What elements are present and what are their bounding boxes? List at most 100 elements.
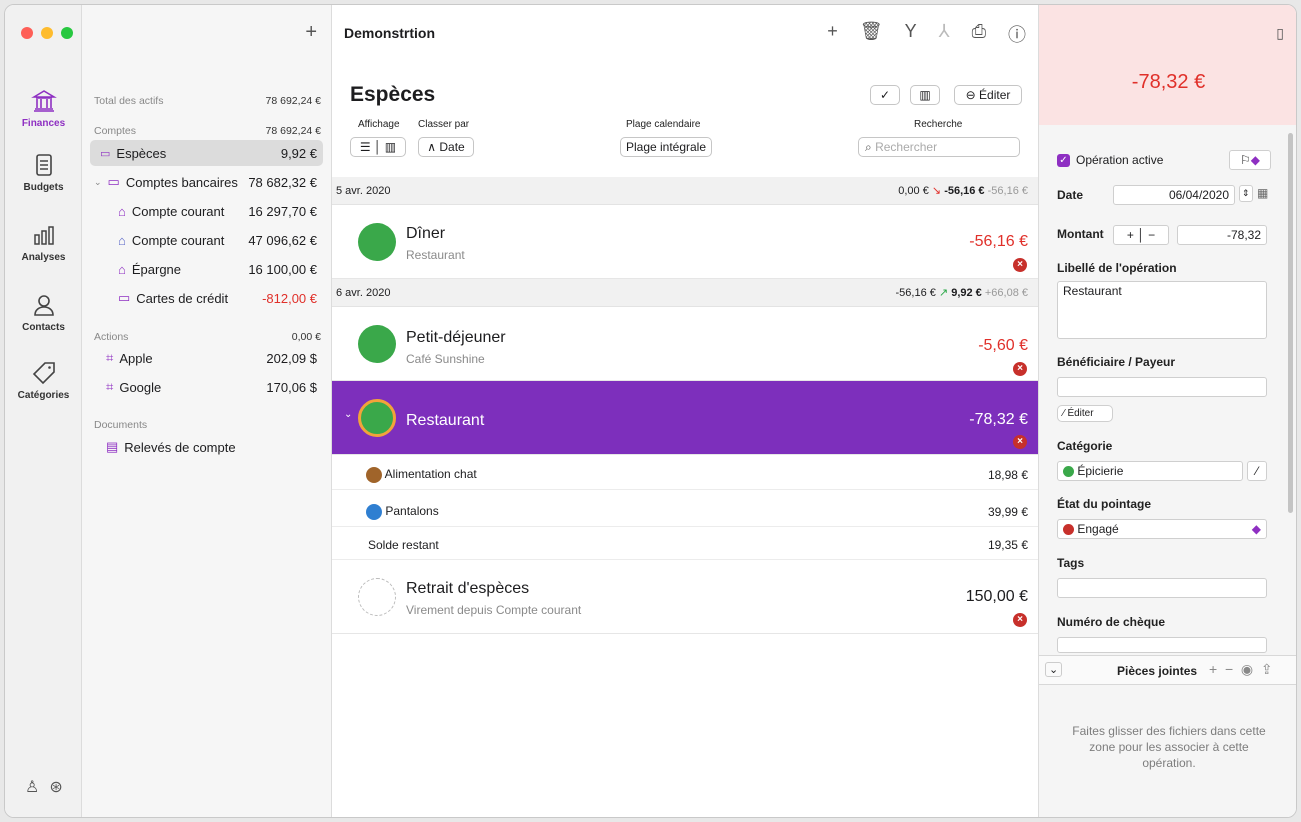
icon-bar: Finances Budgets Analyses Contacts Catég… (5, 5, 82, 817)
stock-chart-icon: ⌗ (106, 350, 114, 365)
attachments-label: Pièces jointes (1117, 664, 1198, 678)
total-assets: Total des actifs 78 692,24 € (94, 95, 321, 107)
sign-toggle[interactable]: + │ − (1113, 225, 1169, 245)
sidebar-item-epargne[interactable]: ⌂ Épargne 16 100,00 € (90, 256, 323, 282)
search-input[interactable]: ⌕ Rechercher (858, 137, 1020, 157)
category-field[interactable]: Épicierie (1057, 461, 1243, 481)
transaction-row-selected[interactable]: ⌄ Restaurant -78,32 € × (332, 381, 1038, 455)
label-label: Libellé de l'opération (1057, 261, 1177, 275)
flag-button[interactable]: ⚐◆ (1229, 150, 1271, 170)
category-label: Catégorie (1057, 439, 1113, 453)
add-attachment-button[interactable]: + − ◉ ⇪ (1209, 661, 1273, 678)
folder-icon: ▭ (107, 174, 120, 189)
date-label: Date (1057, 188, 1084, 202)
sidebar-item-apple[interactable]: ⌗ Apple 202,09 $ (90, 345, 323, 371)
date-field[interactable]: 06/04/2020 (1113, 185, 1235, 205)
comptes-header: Comptes 78 692,24 € (94, 125, 321, 137)
amount-field[interactable]: -78,32 (1177, 225, 1267, 245)
sidebar-item-cartes-credit[interactable]: ▭ Cartes de crédit -812,00 € (90, 285, 323, 311)
date-group-header: 5 avr. 2020 0,00 € ↘ -56,16 € -56,16 € (332, 177, 1038, 205)
label-field[interactable]: Restaurant (1057, 281, 1267, 339)
print-icon[interactable]: ⎙ (972, 21, 986, 47)
chevron-down-icon[interactable]: ⌄ (1045, 662, 1063, 677)
nav-budgets[interactable]: Budgets (5, 151, 82, 193)
sidebar-item-releves[interactable]: ▤ Relevés de compte (90, 434, 323, 460)
attachments-bar: ⌄ Pièces jointes + − ◉ ⇪ (1039, 655, 1296, 685)
view-mode-segment[interactable]: ☰ │ ▥ (350, 137, 406, 157)
split-category-icon (358, 399, 396, 437)
inspector-panel: ▯ -78,32 € ✓ Opération active ⚐◆ Date 06… (1038, 5, 1296, 817)
checkbox-icon: ✓ (1057, 153, 1070, 167)
transactions-pane: Demonstrtion + 🗑︎ Y ⅄ ⎙ ⓘ Espèces ✓ ▥ ⊖ … (332, 5, 1038, 817)
transaction-row[interactable]: Dîner Restaurant -56,16 € × (332, 205, 1038, 279)
uncleared-badge-icon[interactable]: × (1013, 613, 1027, 627)
bank-icon: ⌂ (118, 232, 126, 248)
sidebar-item-google[interactable]: ⌗ Google 170,06 $ (90, 374, 323, 400)
date-stepper[interactable]: ⇕ (1239, 185, 1253, 202)
apple-category-icon (358, 325, 396, 363)
reconcile-button[interactable]: ✓ (870, 85, 900, 105)
edit-category-button[interactable]: ⁄ (1247, 461, 1267, 481)
chart-button[interactable]: ▥ (910, 85, 940, 105)
uncleared-badge-icon[interactable]: × (1013, 362, 1027, 376)
sort-button[interactable]: ∧ Date (418, 137, 474, 157)
archive-icon: ▤ (106, 439, 119, 454)
stock-chart-icon: ⌗ (106, 379, 114, 394)
sidebar-item-comptes-bancaires[interactable]: ⌄ ▭ Comptes bancaires 78 682,32 € (90, 169, 323, 195)
sidebar-toggle-icon[interactable]: ▯ (1276, 25, 1284, 42)
nav-contacts[interactable]: Contacts (5, 291, 82, 333)
sync-icon[interactable]: ⊛ (49, 777, 62, 797)
account-icon[interactable]: ♙ (25, 777, 39, 797)
amount-display: -78,32 € (1131, 71, 1206, 93)
status-select[interactable]: Engagé ◆ (1057, 519, 1267, 539)
nav-analyses[interactable]: Analyses (5, 221, 82, 263)
split-row[interactable]: Pantalons 39,99 € (332, 497, 1038, 527)
amount-label: Montant (1057, 227, 1104, 241)
account-title: Espèces (350, 83, 436, 106)
tags-field[interactable] (1057, 578, 1267, 598)
calendar-icon[interactable]: ▦ (1257, 186, 1268, 200)
sidebar-item-especes[interactable]: ▭ Espèces 9,92 € (90, 140, 323, 166)
transaction-row[interactable]: Petit-déjeuner Café Sunshine -5,60 € × (332, 307, 1038, 381)
sidebar-item-compte-courant-2[interactable]: ⌂ Compte courant 47 096,62 € (90, 227, 323, 253)
bars-icon (33, 226, 54, 245)
chevron-down-icon[interactable]: ⌄ (344, 409, 352, 420)
active-checkbox[interactable]: ✓ Opération active (1057, 153, 1163, 167)
person-icon (33, 295, 54, 316)
accounts-sidebar: + Total des actifs 78 692,24 € Comptes 78 … (82, 5, 332, 817)
scrollbar[interactable] (1288, 133, 1293, 513)
add-icon[interactable]: + (827, 21, 838, 47)
transaction-row[interactable]: Retrait d'espèces Virement depuis Compte… (332, 560, 1038, 634)
split-icon[interactable]: ⅄ (939, 21, 950, 47)
cash-icon: ▭ (100, 147, 111, 160)
zoom-window-button[interactable] (61, 27, 73, 39)
nav-finances[interactable]: Finances (5, 87, 82, 129)
plage-label: Plage calendaire (626, 119, 701, 130)
merge-icon[interactable]: Y (905, 21, 917, 47)
help-icon[interactable]: ⓘ (1008, 21, 1026, 47)
remaining-balance-row: Solde restant 19,35 € (332, 530, 1038, 560)
sidebar-item-compte-courant-1[interactable]: ⌂ Compte courant 16 297,70 € (90, 198, 323, 224)
classer-label: Classer par (418, 119, 470, 130)
minimize-window-button[interactable] (41, 27, 53, 39)
add-account-button[interactable]: + (305, 21, 317, 44)
uncleared-badge-icon[interactable]: × (1013, 258, 1027, 272)
edit-payee-button[interactable]: ⁄ Éditer (1057, 405, 1113, 422)
apple-category-icon (358, 223, 396, 261)
plage-button[interactable]: Plage intégrale (620, 137, 712, 157)
nav-categories[interactable]: Catégories (5, 359, 82, 401)
nav-label: Contacts (22, 322, 65, 333)
empty-category-icon (358, 578, 396, 616)
edit-account-button[interactable]: ⊖ Éditer (954, 85, 1022, 105)
close-window-button[interactable] (21, 27, 33, 39)
payee-field[interactable] (1057, 377, 1267, 397)
cheque-label: Numéro de chèque (1057, 615, 1166, 629)
chevron-down-icon[interactable]: ⌄ (94, 177, 102, 188)
search-icon: ⌕ (865, 139, 876, 154)
uncleared-badge-icon[interactable]: × (1013, 435, 1027, 449)
cheque-field[interactable] (1057, 637, 1267, 653)
affichage-label: Affichage (358, 119, 400, 130)
trash-icon[interactable]: 🗑︎ (860, 21, 883, 47)
window-controls (21, 27, 73, 39)
split-row[interactable]: Alimentation chat 18,98 € (332, 460, 1038, 490)
